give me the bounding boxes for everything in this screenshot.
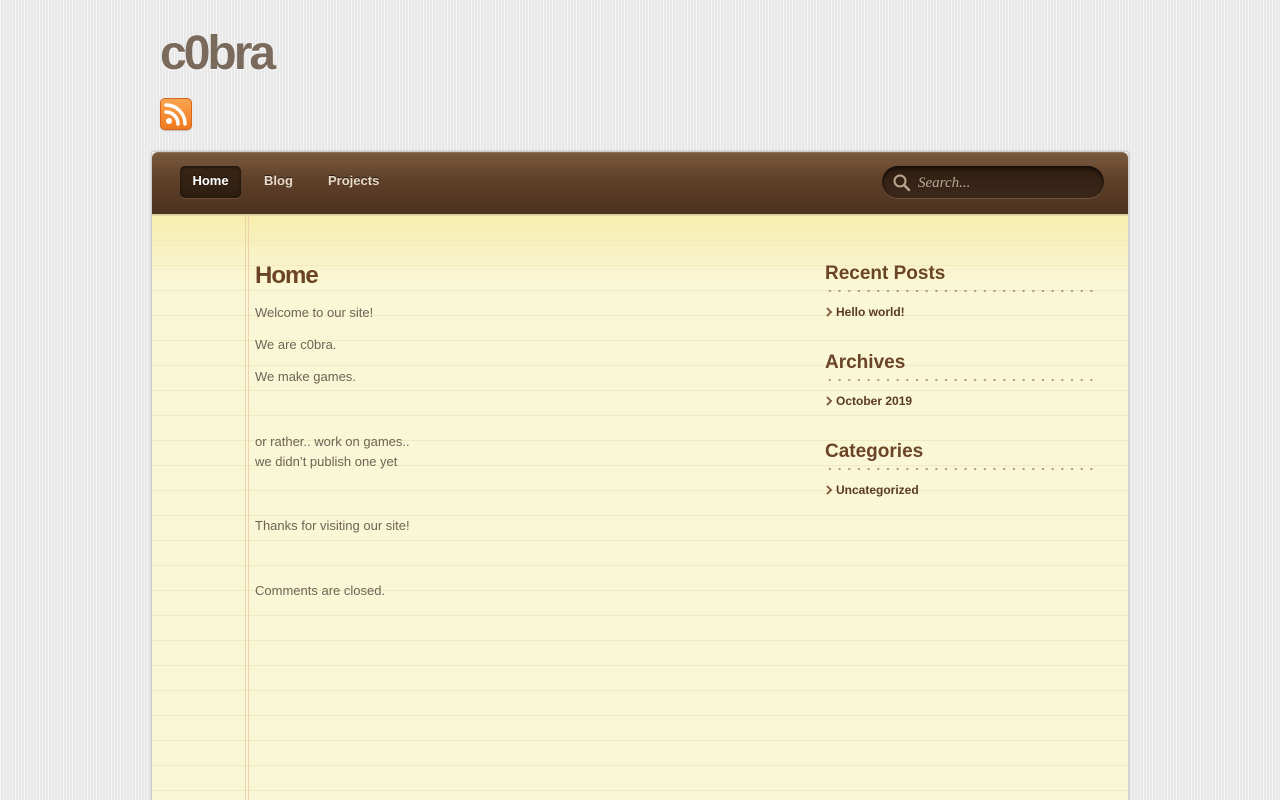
nav-item-blog[interactable]: Blog [264, 166, 293, 198]
paragraph-not-published: we didn’t publish one yet [255, 454, 398, 469]
comments-closed-notice: Comments are closed. [255, 583, 386, 598]
widget-title: Archives [825, 351, 1097, 382]
link-label: October 2019 [836, 394, 913, 408]
search-icon[interactable] [892, 173, 912, 193]
paragraph-thanks: Thanks for visiting our site! [255, 518, 410, 533]
paragraph-we-are: We are c0bra. [255, 337, 337, 352]
site-title[interactable]: c0bra [160, 26, 276, 82]
search-input[interactable] [916, 170, 1096, 196]
recent-post-link[interactable]: Hello world! [825, 303, 1097, 321]
paragraph-work-on-games: or rather.. work on games.. [255, 434, 410, 449]
category-link[interactable]: Uncategorized [825, 481, 1097, 499]
widget-list: October 2019 [825, 392, 1097, 410]
widget-list: Hello world! [825, 303, 1097, 321]
rss-icon [164, 103, 187, 126]
archive-link[interactable]: October 2019 [825, 392, 1097, 410]
paragraph-welcome: Welcome to our site! [255, 305, 374, 320]
chevron-right-icon [826, 307, 833, 317]
search-box [882, 166, 1104, 198]
page-title: Home [255, 262, 319, 289]
notebook-margin-line [245, 216, 249, 800]
widget-archives: Archives October 2019 [825, 351, 1097, 410]
widget-title: Categories [825, 440, 1097, 471]
content-area: Home Welcome to our site! We are c0bra. … [152, 216, 1128, 800]
nav-item-projects[interactable]: Projects [328, 166, 379, 198]
chevron-right-icon [826, 396, 833, 406]
nav-item-home[interactable]: Home [180, 166, 241, 198]
main-content: Home Welcome to our site! We are c0bra. … [255, 261, 775, 601]
sidebar: Recent Posts Hello world! Archives Octob… [825, 262, 1097, 529]
main-navigation: Home Blog Projects [152, 152, 1128, 217]
list-item: Hello world! [825, 303, 1097, 321]
chevron-right-icon [826, 485, 833, 495]
widget-recent-posts: Recent Posts Hello world! [825, 262, 1097, 321]
widget-categories: Categories Uncategorized [825, 440, 1097, 499]
widget-title: Recent Posts [825, 262, 1097, 293]
page-frame: Home Blog Projects Home Welcome to our s… [152, 152, 1128, 800]
paragraph-we-make-games: We make games. [255, 369, 356, 384]
list-item: October 2019 [825, 392, 1097, 410]
list-item: Uncategorized [825, 481, 1097, 499]
link-label: Hello world! [836, 305, 905, 319]
link-label: Uncategorized [836, 483, 919, 497]
widget-list: Uncategorized [825, 481, 1097, 499]
rss-feed-link[interactable] [160, 98, 192, 130]
